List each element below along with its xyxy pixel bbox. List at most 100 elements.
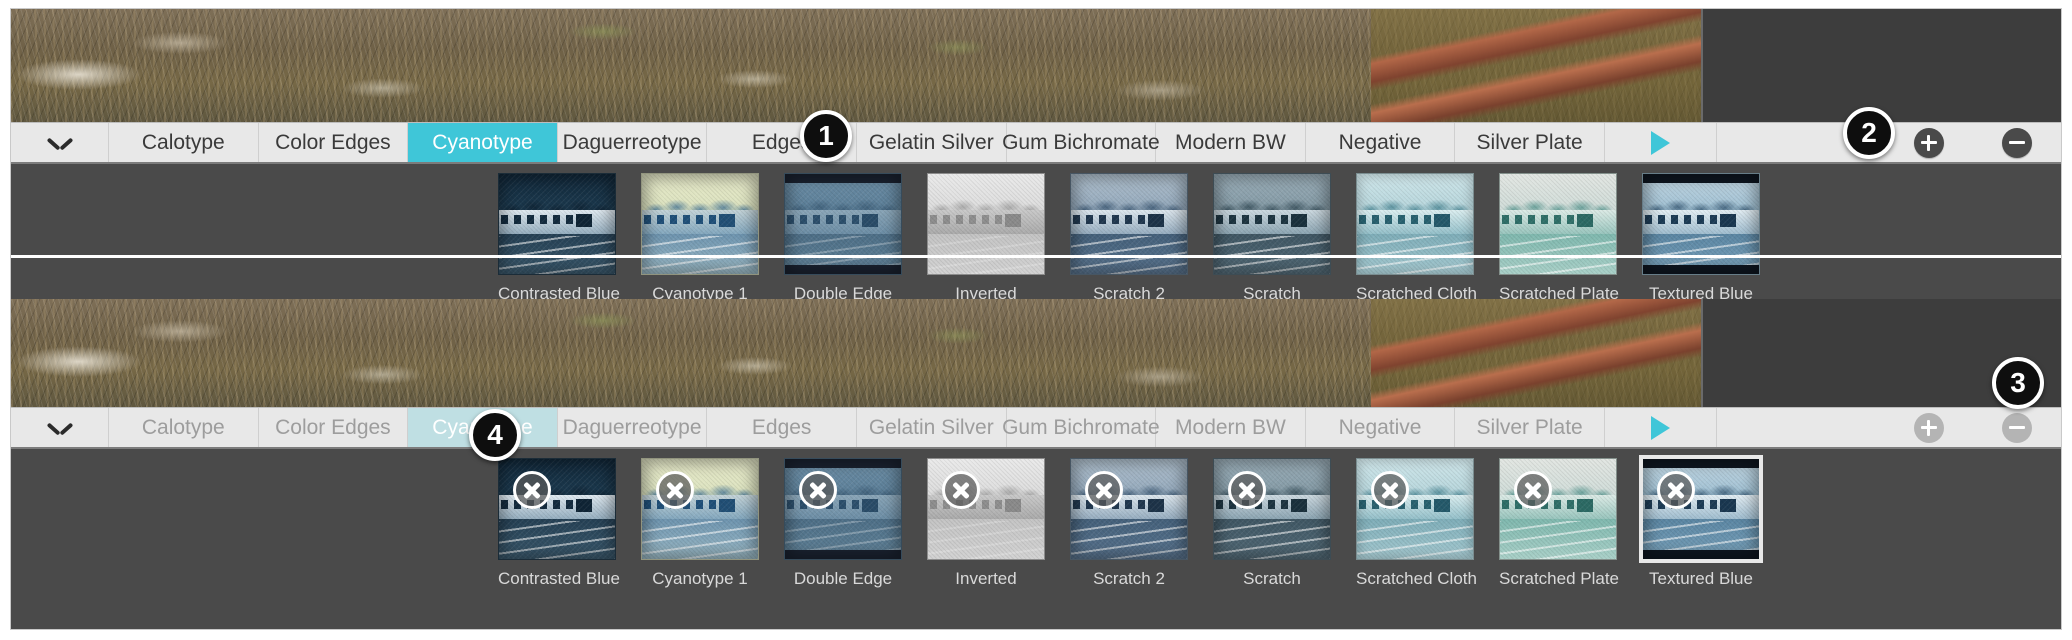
preset-item-scratched-plate[interactable]: Scratched Plate <box>1499 173 1619 304</box>
preset-thumbnail[interactable] <box>1070 458 1188 560</box>
tab-daguerreotype-2[interactable]: Daguerreotype <box>558 408 708 447</box>
photo-preview-image <box>11 9 1701 122</box>
close-circle-icon[interactable] <box>1371 471 1409 509</box>
plus-circle-icon <box>1913 412 1944 443</box>
preset-item-scratch-2-edit[interactable]: Scratch 2 <box>1070 458 1188 589</box>
minus-circle-icon <box>2001 127 2032 158</box>
preset-item-cyanotype-1-edit[interactable]: Cyanotype 1 <box>641 458 759 589</box>
preset-thumbnail[interactable] <box>1356 458 1474 560</box>
preset-thumbnail[interactable] <box>1356 173 1474 275</box>
preset-thumbnail[interactable] <box>1213 458 1331 560</box>
preset-thumbnail[interactable] <box>784 458 902 560</box>
preset-thumbnail[interactable] <box>1642 173 1760 275</box>
preset-thumbnail[interactable] <box>784 173 902 275</box>
close-circle-icon[interactable] <box>1514 471 1552 509</box>
preset-item-scratched-plate-edit[interactable]: Scratched Plate <box>1499 458 1619 589</box>
preset-label: Inverted <box>955 569 1017 588</box>
callout-badge-4: 4 <box>469 409 521 461</box>
tab-label: Daguerreotype <box>562 415 702 439</box>
tab-label: Daguerreotype <box>562 130 702 154</box>
preset-label: Contrasted Blue <box>498 569 620 588</box>
tab-modern-bw[interactable]: Modern BW <box>1156 123 1306 162</box>
preset-item-scratch[interactable]: Scratch <box>1213 173 1331 304</box>
play-triangle-icon <box>1650 130 1670 155</box>
preset-item-contrasted-blue[interactable]: Contrasted Blue <box>498 173 620 304</box>
close-circle-icon[interactable] <box>1228 471 1266 509</box>
app-window-frame: Calotype Color Edges Cyanotype Daguerreo… <box>10 8 2062 630</box>
tab-negative-2[interactable]: Negative <box>1306 408 1456 447</box>
preset-list-edit: Contrasted Blue Cyanotype 1 Double Edge … <box>11 455 2061 589</box>
photo-preview-strip-2 <box>11 299 2061 407</box>
preset-item-textured-blue[interactable]: Textured Blue <box>1642 173 1760 304</box>
toolbar-collapse-button[interactable] <box>11 123 109 162</box>
tab-daguerreotype[interactable]: Daguerreotype <box>558 123 708 162</box>
tab-color-edges-2[interactable]: Color Edges <box>259 408 409 447</box>
close-circle-icon[interactable] <box>656 471 694 509</box>
preset-label: Scratched Cloth <box>1356 569 1477 588</box>
preset-thumbnail[interactable] <box>641 458 759 560</box>
preset-thumbnail[interactable] <box>1070 173 1188 275</box>
callout-badge-1: 1 <box>800 110 852 162</box>
tab-gum-bichromate[interactable]: Gum Bichromate <box>1002 123 1160 162</box>
callout-number: 3 <box>2010 367 2026 398</box>
tab-edges-2[interactable]: Edges <box>707 408 857 447</box>
tab-calotype-2[interactable]: Calotype <box>109 408 259 447</box>
tab-cyanotype[interactable]: Cyanotype <box>408 123 558 162</box>
preset-item-contrasted-blue-edit[interactable]: Contrasted Blue <box>498 458 620 589</box>
play-triangle-icon <box>1650 415 1670 440</box>
toolbar-collapse-button-2[interactable] <box>11 408 109 447</box>
preset-item-scratched-cloth[interactable]: Scratched Cloth <box>1356 173 1477 304</box>
callout-number: 4 <box>487 419 503 450</box>
tab-gum-bichromate-2[interactable]: Gum Bichromate <box>1002 408 1160 447</box>
chevron-down-icon <box>48 421 72 434</box>
tab-label: Cyanotype <box>432 130 533 154</box>
preset-label: Scratch <box>1243 569 1301 588</box>
preset-thumbnail[interactable] <box>927 458 1045 560</box>
preset-label: Cyanotype 1 <box>652 569 748 588</box>
tab-silver-plate-2[interactable]: Silver Plate <box>1455 408 1605 447</box>
preset-item-textured-blue-edit[interactable]: Textured Blue <box>1639 455 1763 589</box>
tab-gelatin-silver[interactable]: Gelatin Silver <box>857 123 1007 162</box>
screenshot-root: Calotype Color Edges Cyanotype Daguerreo… <box>0 0 2072 640</box>
close-circle-icon[interactable] <box>1085 471 1123 509</box>
preset-thumbnail[interactable] <box>1499 173 1617 275</box>
preset-thumbnail[interactable] <box>498 458 616 560</box>
remove-preset-button[interactable] <box>1973 123 2061 162</box>
tab-silver-plate[interactable]: Silver Plate <box>1455 123 1605 162</box>
play-button-2[interactable] <box>1605 408 1717 447</box>
preset-item-scratch-edit[interactable]: Scratch <box>1213 458 1331 589</box>
preset-item-double-edge-edit[interactable]: Double Edge <box>784 458 902 589</box>
preset-thumbnail[interactable] <box>1639 455 1763 563</box>
plus-circle-icon <box>1913 127 1944 158</box>
play-button[interactable] <box>1605 123 1717 162</box>
photo-preview-strip <box>11 9 2061 122</box>
preset-item-double-edge[interactable]: Double Edge <box>784 173 902 304</box>
photo-rails-detail-2 <box>1371 299 1701 407</box>
tab-color-edges[interactable]: Color Edges <box>259 123 409 162</box>
preset-thumbnail[interactable] <box>498 173 616 275</box>
tab-label: Gum Bichromate <box>1002 415 1160 439</box>
preset-thumbnail[interactable] <box>1213 173 1331 275</box>
tab-calotype[interactable]: Calotype <box>109 123 259 162</box>
preset-item-cyanotype-1[interactable]: Cyanotype 1 <box>641 173 759 304</box>
close-circle-icon[interactable] <box>513 471 551 509</box>
close-circle-icon[interactable] <box>942 471 980 509</box>
close-circle-icon[interactable] <box>1657 471 1695 509</box>
preset-item-scratch-2[interactable]: Scratch 2 <box>1070 173 1188 304</box>
tab-modern-bw-2[interactable]: Modern BW <box>1156 408 1306 447</box>
close-circle-icon[interactable] <box>799 471 837 509</box>
preset-thumbnail[interactable] <box>641 173 759 275</box>
preset-thumbnail[interactable] <box>927 173 1045 275</box>
remove-preset-button-disabled <box>1973 408 2061 447</box>
preset-item-inverted-edit[interactable]: Inverted <box>927 458 1045 589</box>
preset-item-inverted[interactable]: Inverted <box>927 173 1045 304</box>
preset-thumbnail[interactable] <box>1499 458 1617 560</box>
add-preset-button[interactable] <box>1885 123 1973 162</box>
preset-item-scratched-cloth-edit[interactable]: Scratched Cloth <box>1356 458 1477 589</box>
tab-label: Gelatin Silver <box>868 130 994 154</box>
callout-number: 1 <box>818 120 834 151</box>
tab-gelatin-silver-2[interactable]: Gelatin Silver <box>857 408 1007 447</box>
tab-label: Modern BW <box>1175 130 1286 154</box>
tab-negative[interactable]: Negative <box>1306 123 1456 162</box>
callout-badge-3: 3 <box>1992 357 2044 409</box>
